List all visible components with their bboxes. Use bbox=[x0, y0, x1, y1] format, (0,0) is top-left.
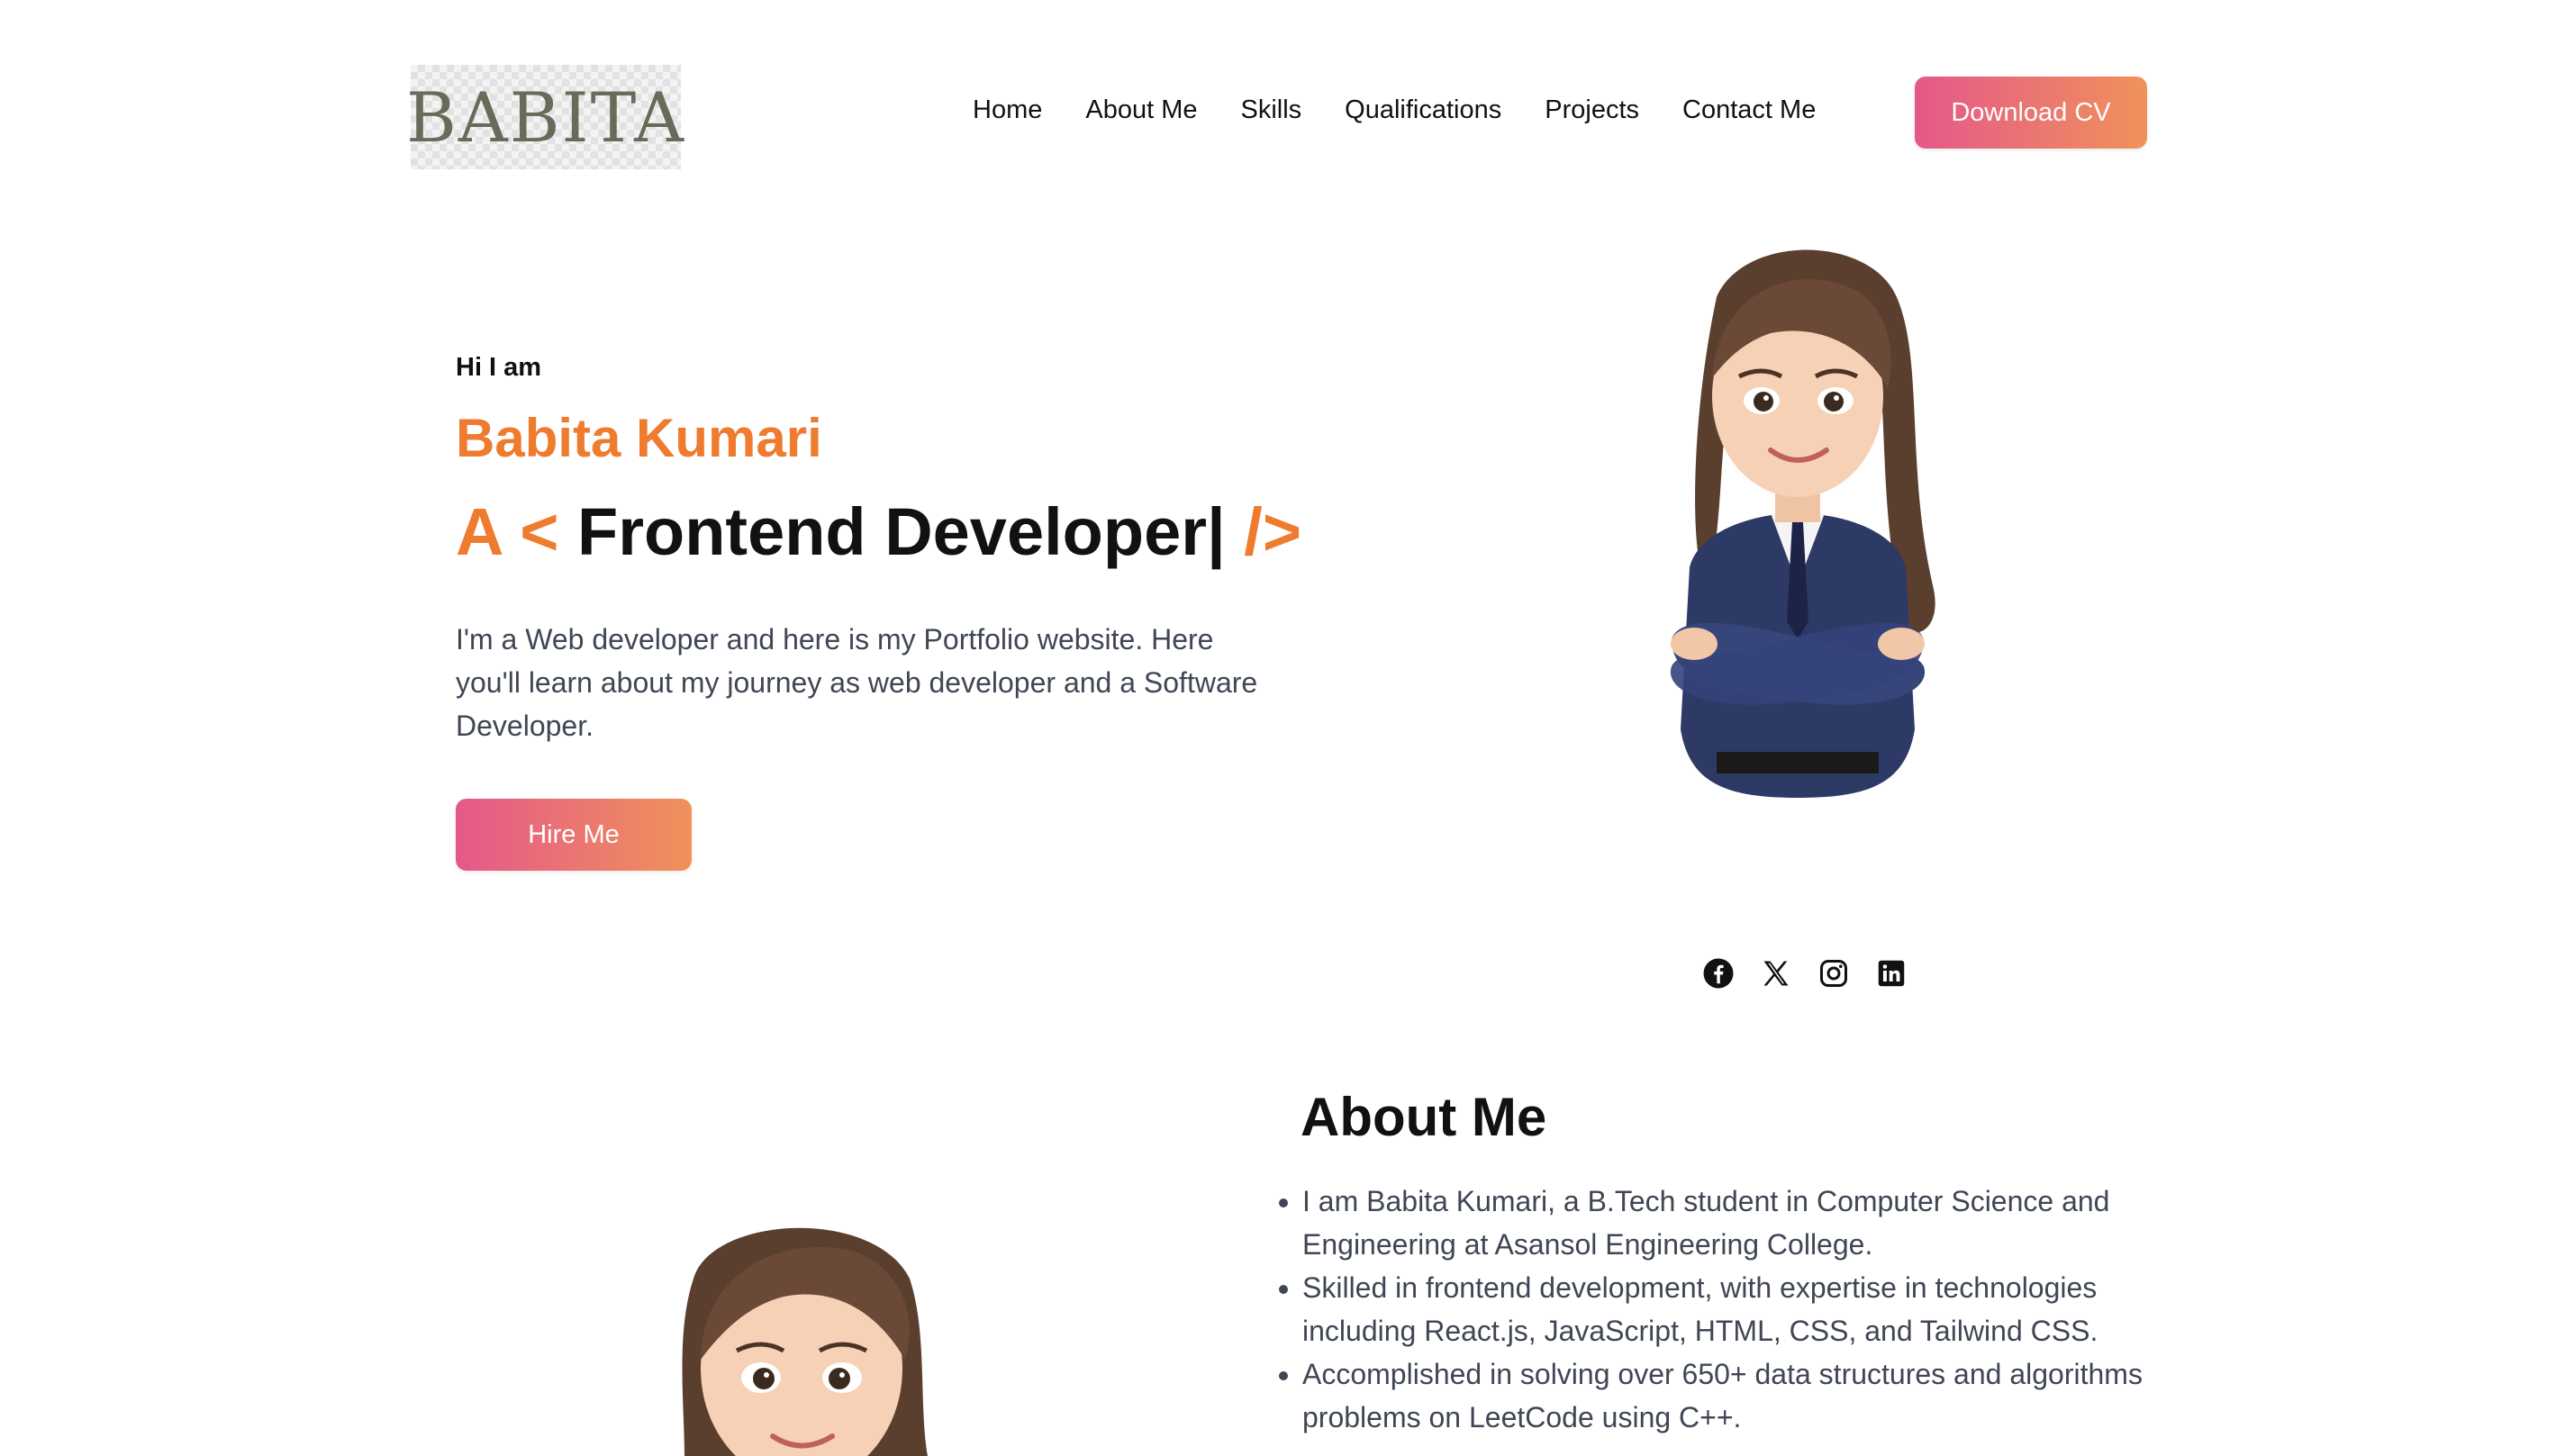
site-logo[interactable]: BABITA bbox=[406, 65, 684, 169]
about-avatar-illustration bbox=[682, 1227, 928, 1456]
nav-home[interactable]: Home bbox=[973, 90, 1042, 130]
hero-role: A < Frontend Developer| /> bbox=[456, 493, 1301, 570]
nav-qualifications[interactable]: Qualifications bbox=[1345, 90, 1501, 130]
avatar-illustration bbox=[1670, 249, 1935, 798]
nav-about-me[interactable]: About Me bbox=[1085, 90, 1197, 130]
logo-text: BABITA bbox=[405, 77, 686, 158]
role-text: Frontend Developer| bbox=[577, 494, 1226, 569]
nav-contact-me[interactable]: Contact Me bbox=[1682, 90, 1816, 130]
nav-projects[interactable]: Projects bbox=[1545, 90, 1639, 130]
nav-skills[interactable]: Skills bbox=[1241, 90, 1302, 130]
linkedin-icon[interactable] bbox=[1875, 957, 1908, 990]
hero-name: Babita Kumari bbox=[456, 408, 822, 468]
x-icon[interactable] bbox=[1760, 957, 1792, 990]
role-prefix: A < bbox=[456, 494, 559, 569]
about-point: I am Babita Kumari, a B.Tech student in … bbox=[1302, 1180, 2167, 1266]
instagram-icon[interactable] bbox=[1817, 957, 1850, 990]
about-list: I am Babita Kumari, a B.Tech student in … bbox=[1277, 1180, 2167, 1439]
facebook-icon[interactable] bbox=[1702, 957, 1735, 990]
about-point: Accomplished in solving over 650+ data s… bbox=[1302, 1352, 2167, 1439]
download-cv-button[interactable]: Download CV bbox=[1915, 77, 2147, 149]
hero-greeting: Hi I am bbox=[456, 353, 542, 382]
main-nav: Home About Me Skills Qualifications Proj… bbox=[973, 90, 1859, 130]
about-title: About Me bbox=[1301, 1087, 1547, 1147]
about-point: Skilled in frontend development, with ex… bbox=[1302, 1266, 2167, 1352]
role-suffix: /> bbox=[1244, 494, 1302, 569]
hire-me-button[interactable]: Hire Me bbox=[456, 799, 692, 871]
hero-intro: I'm a Web developer and here is my Portf… bbox=[456, 623, 1258, 742]
